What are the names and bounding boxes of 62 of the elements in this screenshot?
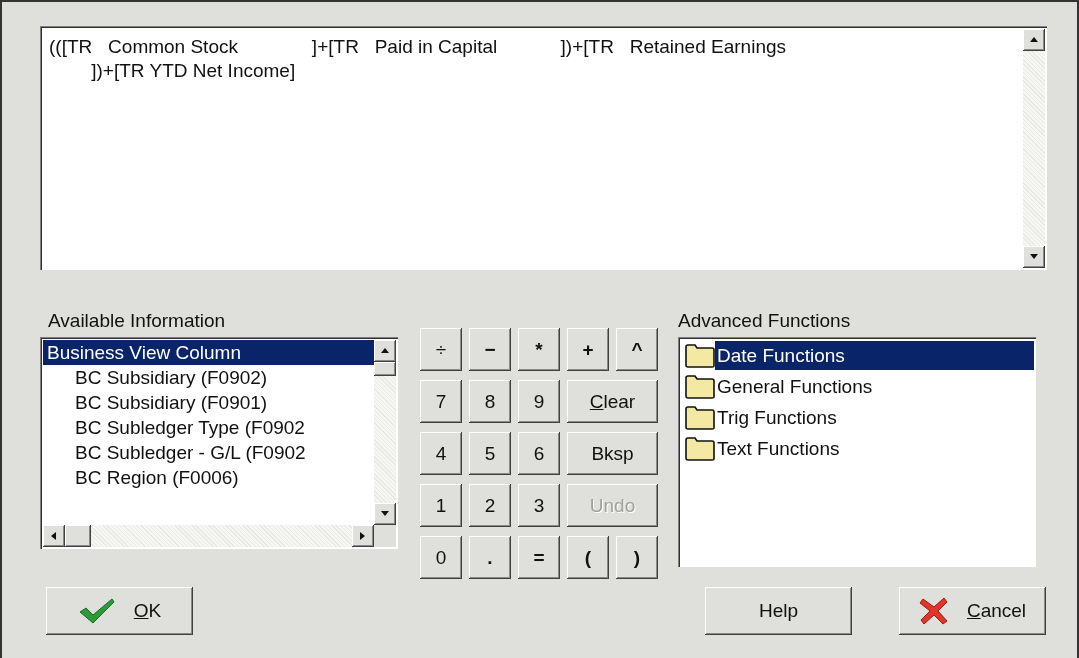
- scroll-right-button[interactable]: [352, 525, 374, 547]
- list-item[interactable]: BC Subledger - G/L (F0902: [43, 440, 374, 465]
- keypad-key[interactable]: +: [567, 328, 609, 371]
- list-item[interactable]: BC Region (F0006): [43, 465, 374, 490]
- keypad-key[interactable]: 4: [420, 432, 462, 475]
- folder-icon: [685, 405, 715, 430]
- function-category-item[interactable]: Text Functions: [715, 434, 1034, 463]
- keypad-key[interactable]: .: [469, 536, 511, 579]
- function-category-item[interactable]: Date Functions: [715, 341, 1034, 370]
- vertical-scrollbar[interactable]: [1023, 29, 1045, 268]
- close-icon: [918, 596, 949, 626]
- list-item[interactable]: Business View Column: [43, 340, 374, 365]
- checkmark-icon: [77, 597, 116, 625]
- keypad-key[interactable]: 5: [469, 432, 511, 475]
- folder-icon: [685, 343, 715, 368]
- keypad-command-button[interactable]: Clear: [567, 380, 658, 423]
- vertical-scrollbar[interactable]: [374, 340, 396, 525]
- list-item[interactable]: BC Subledger Type (F0902: [43, 415, 374, 440]
- keypad-key[interactable]: 7: [420, 380, 462, 423]
- ok-button[interactable]: OK: [46, 587, 193, 635]
- keypad-command-button[interactable]: Bksp: [567, 432, 658, 475]
- keypad-key[interactable]: 8: [469, 380, 511, 423]
- up-arrow-icon: [380, 346, 390, 356]
- keypad-key[interactable]: ^: [616, 328, 658, 371]
- keypad-key[interactable]: 3: [518, 484, 560, 527]
- expression-text: ])+[TR YTD Net Income]: [90, 59, 297, 83]
- available-information-list[interactable]: Business View Column BC Subsidiary (F0902) BC Subsidiary (F0901) BC Subledger Type (F0902 BC Subledger - G/L (F0902 BC Region (F0006): [40, 337, 398, 549]
- keypad-key[interactable]: 0: [420, 536, 462, 579]
- scroll-thumb[interactable]: [65, 525, 91, 547]
- function-category-item[interactable]: Trig Functions: [715, 403, 1034, 432]
- keypad-key[interactable]: ÷: [420, 328, 462, 371]
- left-arrow-icon: [49, 531, 59, 541]
- group-label: Advanced Functions: [678, 310, 852, 332]
- keypad-key[interactable]: (: [567, 536, 609, 579]
- scroll-left-button[interactable]: [43, 525, 65, 547]
- list-item[interactable]: BC Subsidiary (F0902): [43, 365, 374, 390]
- scroll-up-button[interactable]: [1023, 29, 1045, 51]
- keypad-key[interactable]: 6: [518, 432, 560, 475]
- keypad-key[interactable]: 9: [518, 380, 560, 423]
- advanced-functions-list[interactable]: Date Functions General Functions Trig Functions Text Functions: [678, 337, 1036, 567]
- expression-field[interactable]: (([TR Common Stock ]+[TR Paid in Capital ])+[TR Retained Earnings ])+[TR YTD Net Income]: [40, 26, 1047, 270]
- group-label: Available Information: [48, 310, 227, 332]
- keypad-key[interactable]: *: [518, 328, 560, 371]
- scroll-up-button[interactable]: [374, 340, 396, 362]
- keypad-key[interactable]: 1: [420, 484, 462, 527]
- scrollbar-corner: [374, 525, 396, 547]
- scroll-down-button[interactable]: [374, 503, 396, 525]
- keypad-key[interactable]: =: [518, 536, 560, 579]
- scroll-down-button[interactable]: [1023, 246, 1045, 268]
- help-button[interactable]: Help: [705, 587, 852, 635]
- folder-icon: [685, 436, 715, 461]
- keypad-key[interactable]: −: [469, 328, 511, 371]
- up-arrow-icon: [1029, 35, 1039, 45]
- keypad-key[interactable]: ): [616, 536, 658, 579]
- keypad-key[interactable]: 2: [469, 484, 511, 527]
- cancel-button[interactable]: Cancel: [899, 587, 1046, 635]
- function-category-item[interactable]: General Functions: [715, 372, 1034, 401]
- folder-icon: [685, 374, 715, 399]
- list-item[interactable]: BC Subsidiary (F0901): [43, 390, 374, 415]
- horizontal-scrollbar[interactable]: [43, 525, 396, 547]
- scroll-thumb[interactable]: [374, 362, 396, 376]
- expression-text: (([TR Common Stock ]+[TR Paid in Capital ])+[TR Retained Earnings: [49, 35, 788, 59]
